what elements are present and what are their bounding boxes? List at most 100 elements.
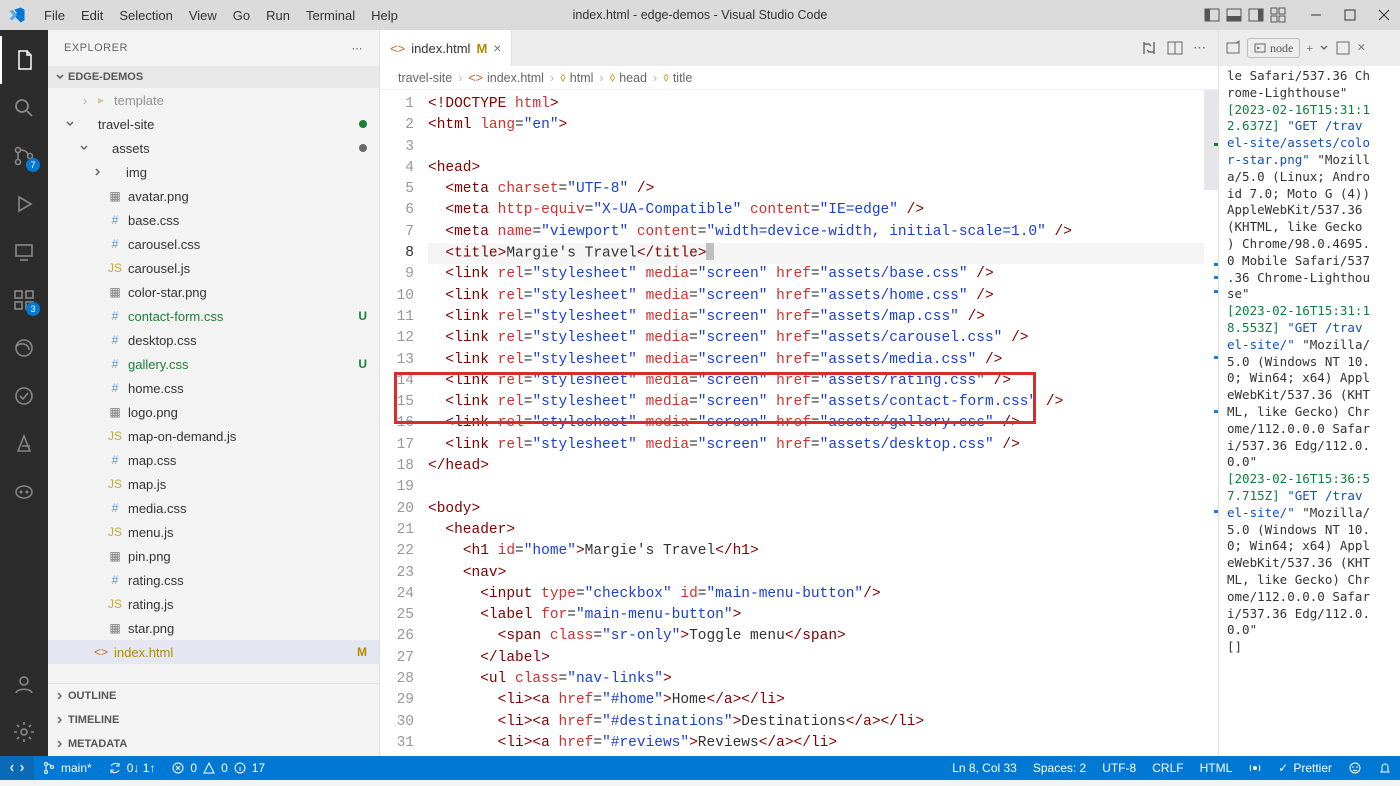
code-editor[interactable]: 1234567891011121314151617181920212223242… [380, 90, 1218, 756]
terminal-profile-dropdown[interactable]: node [1247, 38, 1300, 59]
tree-item-contact-form-css[interactable]: #contact-form.cssU [48, 304, 379, 328]
tree-item-rating-js[interactable]: JSrating.js [48, 592, 379, 616]
activity-debug[interactable] [0, 180, 48, 228]
menu-view[interactable]: View [181, 8, 225, 23]
tab-git-status: M [476, 41, 487, 56]
breadcrumb-travel-site[interactable]: travel-site [398, 71, 452, 85]
tree-item-assets[interactable]: assets [48, 136, 379, 160]
tree-item-color-star-png[interactable]: ▦color-star.png [48, 280, 379, 304]
section-outline[interactable]: OUTLINE [48, 684, 379, 708]
layout-bottom-icon[interactable] [1226, 7, 1242, 23]
tree-item-map-js[interactable]: JSmap.js [48, 472, 379, 496]
tree-item-menu-js[interactable]: JSmenu.js [48, 520, 379, 544]
status-encoding[interactable]: UTF-8 [1094, 756, 1144, 780]
explorer-sidebar: EXPLORER ⋯ EDGE-DEMOS ›▸templatetravel-s… [48, 30, 380, 756]
status-eol[interactable]: CRLF [1144, 756, 1191, 780]
window-maximize-icon[interactable] [1342, 7, 1358, 23]
layout-left-icon[interactable] [1204, 7, 1220, 23]
editor-more-icon[interactable]: ⋯ [1193, 40, 1206, 56]
tree-item-index-html[interactable]: <>index.htmlM [48, 640, 379, 664]
activity-bar: 7 3 [0, 30, 48, 756]
activity-scm[interactable]: 7 [0, 132, 48, 180]
breadcrumb-title[interactable]: ⬨ title [663, 70, 692, 85]
window-close-icon[interactable] [1376, 7, 1392, 23]
menu-edit[interactable]: Edit [73, 8, 111, 23]
tree-item-img[interactable]: img [48, 160, 379, 184]
tree-item-media-css[interactable]: #media.css [48, 496, 379, 520]
activity-todo[interactable] [0, 372, 48, 420]
tree-item-rating-css[interactable]: #rating.css [48, 568, 379, 592]
window-title: index.html - edge-demos - Visual Studio … [573, 8, 828, 22]
tree-item-base-css[interactable]: #base.css [48, 208, 379, 232]
menu-run[interactable]: Run [258, 8, 298, 23]
menu-file[interactable]: File [36, 8, 73, 23]
tree-item-carousel-css[interactable]: #carousel.css [48, 232, 379, 256]
status-cursor-pos[interactable]: Ln 8, Col 33 [944, 756, 1025, 780]
layout-customize-icon[interactable] [1270, 7, 1286, 23]
activity-search[interactable] [0, 84, 48, 132]
open-launch-icon[interactable] [1225, 40, 1241, 56]
status-problems[interactable]: 0 0 17 [163, 756, 273, 780]
section-timeline[interactable]: TIMELINE [48, 708, 379, 732]
status-prettier[interactable]: ✓Prettier [1270, 756, 1340, 780]
activity-edge[interactable] [0, 324, 48, 372]
tree-item-star-png[interactable]: ▦star.png [48, 616, 379, 640]
tree-item-logo-png[interactable]: ▦logo.png [48, 400, 379, 424]
activity-copilot[interactable] [0, 468, 48, 516]
tree-item-travel-site[interactable]: travel-site [48, 112, 379, 136]
terminal-new-icon[interactable]: + [1306, 40, 1313, 57]
compare-changes-icon[interactable] [1141, 40, 1157, 56]
tab-close-icon[interactable]: × [493, 40, 501, 56]
breadcrumbs[interactable]: travel-site›<> index.html›⬨ html›⬨ head›… [380, 66, 1218, 90]
tree-item-home-css[interactable]: #home.css [48, 376, 379, 400]
menu-help[interactable]: Help [363, 8, 406, 23]
sidebar-more-icon[interactable]: ⋯ [352, 42, 364, 55]
tree-item-carousel-js[interactable]: JScarousel.js [48, 256, 379, 280]
tree-item-pin-png[interactable]: ▦pin.png [48, 544, 379, 568]
tree-item-avatar-png[interactable]: ▦avatar.png [48, 184, 379, 208]
menu-bar: FileEditSelectionViewGoRunTerminalHelp i… [0, 0, 1400, 30]
status-bar: main* 0↓ 1↑ 0 0 17 Ln 8, Col 33 Spaces: … [0, 756, 1400, 780]
menu-terminal[interactable]: Terminal [298, 8, 363, 23]
vscode-logo-icon [8, 6, 26, 24]
menu-go[interactable]: Go [225, 8, 258, 23]
tab-index-html[interactable]: <> index.html M × [380, 30, 512, 66]
tree-item-desktop-css[interactable]: #desktop.css [48, 328, 379, 352]
terminal-maximize-icon[interactable] [1335, 40, 1351, 56]
tree-item-template[interactable]: ›▸template [48, 88, 379, 112]
activity-remote-explorer[interactable] [0, 228, 48, 276]
terminal-close-icon[interactable]: × [1357, 40, 1365, 57]
status-feedback-icon[interactable] [1340, 756, 1370, 780]
sidebar-title: EXPLORER [64, 42, 128, 54]
breadcrumb-head[interactable]: ⬨ head [610, 70, 647, 85]
status-bell-icon[interactable] [1370, 756, 1400, 780]
tree-item-map-css[interactable]: #map.css [48, 448, 379, 472]
section-metadata[interactable]: METADATA [48, 732, 379, 756]
status-sync[interactable]: 0↓ 1↑ [100, 756, 164, 780]
layout-right-icon[interactable] [1248, 7, 1264, 23]
tree-item-map-on-demand-js[interactable]: JSmap-on-demand.js [48, 424, 379, 448]
status-live[interactable] [1240, 756, 1270, 780]
status-language[interactable]: HTML [1192, 756, 1241, 780]
status-remote[interactable] [0, 756, 34, 780]
activity-extensions[interactable]: 3 [0, 276, 48, 324]
project-section-header[interactable]: EDGE-DEMOS [48, 66, 379, 88]
tree-item-gallery-css[interactable]: #gallery.cssU [48, 352, 379, 376]
activity-azure[interactable] [0, 420, 48, 468]
activity-settings[interactable] [0, 708, 48, 756]
activity-explorer[interactable] [0, 36, 48, 84]
breadcrumb-index.html[interactable]: <> index.html [468, 71, 544, 85]
status-indent[interactable]: Spaces: 2 [1025, 756, 1094, 780]
extensions-badge: 3 [26, 302, 40, 316]
html-file-icon: <> [390, 41, 405, 56]
menu-selection[interactable]: Selection [111, 8, 180, 23]
window-minimize-icon[interactable] [1308, 7, 1324, 23]
status-branch[interactable]: main* [34, 756, 100, 780]
code-content[interactable]: <!DOCTYPE html><html lang="en"><head> <m… [428, 90, 1204, 756]
breadcrumb-html[interactable]: ⬨ html [560, 70, 593, 85]
minimap[interactable] [1204, 90, 1218, 756]
terminal-output[interactable]: le Safari/537.36 Chrome-Lighthouse"[2023… [1219, 66, 1400, 756]
split-editor-icon[interactable] [1167, 40, 1183, 56]
terminal-split-down-icon[interactable] [1319, 43, 1329, 53]
activity-accounts[interactable] [0, 660, 48, 708]
